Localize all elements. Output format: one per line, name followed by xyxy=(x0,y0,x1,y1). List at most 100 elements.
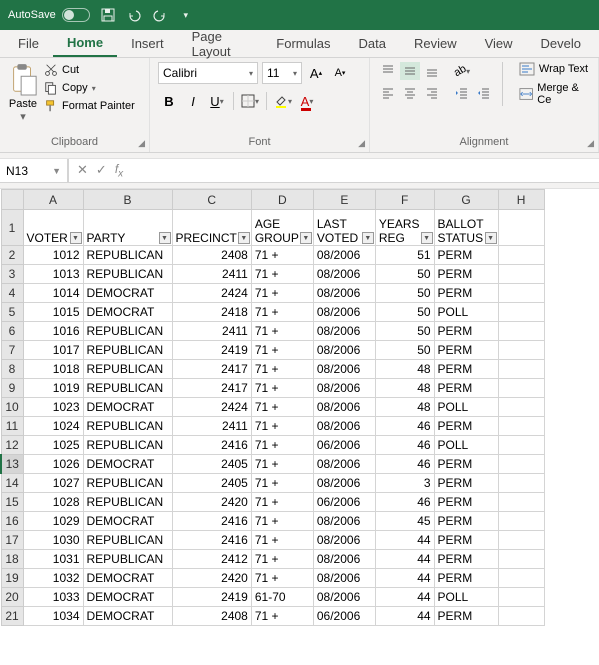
cell[interactable]: DEMOCRAT xyxy=(83,512,172,531)
cell[interactable]: PERM xyxy=(434,607,498,626)
tab-review[interactable]: Review xyxy=(400,30,471,57)
cell[interactable]: 2416 xyxy=(172,531,251,550)
cell[interactable]: 1026 xyxy=(23,455,83,474)
cell[interactable]: 2405 xyxy=(172,474,251,493)
column-header[interactable]: E xyxy=(313,190,375,210)
cell[interactable]: POLL xyxy=(434,398,498,417)
field-header[interactable]: PARTY▼ xyxy=(83,210,172,246)
column-header[interactable]: F xyxy=(375,190,434,210)
font-name-select[interactable]: Calibri▾ xyxy=(158,62,258,84)
dialog-launcher-icon[interactable]: ◢ xyxy=(587,138,594,149)
cell[interactable]: 2405 xyxy=(172,455,251,474)
tab-developer[interactable]: Develo xyxy=(527,30,595,57)
align-bottom-button[interactable] xyxy=(422,62,442,80)
cell[interactable]: 2412 xyxy=(172,550,251,569)
cell[interactable] xyxy=(498,531,544,550)
cell[interactable]: 44 xyxy=(375,550,434,569)
row-header[interactable]: 15 xyxy=(1,493,23,512)
column-header[interactable]: B xyxy=(83,190,172,210)
cut-button[interactable]: Cut xyxy=(42,62,137,78)
bold-button[interactable]: B xyxy=(158,90,180,112)
align-middle-button[interactable] xyxy=(400,62,420,80)
cell[interactable]: 08/2006 xyxy=(313,455,375,474)
name-box[interactable]: N13 ▼ xyxy=(0,159,68,182)
cell[interactable]: PERM xyxy=(434,569,498,588)
cell[interactable]: 1019 xyxy=(23,379,83,398)
cell[interactable]: 08/2006 xyxy=(313,588,375,607)
cell[interactable]: 48 xyxy=(375,360,434,379)
cell[interactable]: 1030 xyxy=(23,531,83,550)
cell[interactable]: 46 xyxy=(375,436,434,455)
cell[interactable]: 1024 xyxy=(23,417,83,436)
cell[interactable]: 46 xyxy=(375,493,434,512)
cell[interactable]: 1023 xyxy=(23,398,83,417)
cell[interactable] xyxy=(498,341,544,360)
field-header[interactable]: AGEGROUP▼ xyxy=(251,210,313,246)
cell[interactable] xyxy=(498,588,544,607)
cell[interactable] xyxy=(498,569,544,588)
filter-dropdown-icon[interactable]: ▼ xyxy=(238,232,250,244)
cell[interactable] xyxy=(498,210,544,246)
row-header[interactable]: 4 xyxy=(1,284,23,303)
cell[interactable]: 2419 xyxy=(172,588,251,607)
cell[interactable] xyxy=(498,417,544,436)
cell[interactable]: REPUBLICAN xyxy=(83,417,172,436)
field-header[interactable]: YEARSREG▼ xyxy=(375,210,434,246)
filter-dropdown-icon[interactable]: ▼ xyxy=(159,232,171,244)
cell[interactable]: REPUBLICAN xyxy=(83,531,172,550)
filter-dropdown-icon[interactable]: ▼ xyxy=(421,232,433,244)
cell[interactable]: PERM xyxy=(434,246,498,265)
cell[interactable]: 1032 xyxy=(23,569,83,588)
worksheet-grid[interactable]: ABCDEFGH1VOTER▼PARTY▼PRECINCT▼AGEGROUP▼L… xyxy=(0,189,599,626)
dialog-launcher-icon[interactable]: ◢ xyxy=(138,138,145,149)
font-size-select[interactable]: 11▾ xyxy=(262,62,302,84)
tab-formulas[interactable]: Formulas xyxy=(262,30,344,57)
autosave-toggle[interactable]: AutoSave xyxy=(8,8,90,22)
cell[interactable]: 2408 xyxy=(172,607,251,626)
decrease-font-icon[interactable]: A▾ xyxy=(330,62,350,84)
align-right-button[interactable] xyxy=(422,84,442,102)
row-header[interactable]: 14 xyxy=(1,474,23,493)
row-header[interactable]: 12 xyxy=(1,436,23,455)
cell[interactable]: PERM xyxy=(434,360,498,379)
tab-home[interactable]: Home xyxy=(53,30,117,57)
column-header[interactable]: D xyxy=(251,190,313,210)
row-header[interactable]: 1 xyxy=(1,210,23,246)
font-color-button[interactable]: A▾ xyxy=(296,90,318,112)
merge-center-button[interactable]: Merge & Ce xyxy=(519,82,590,106)
redo-icon[interactable] xyxy=(152,7,168,23)
cell[interactable]: PERM xyxy=(434,379,498,398)
cell[interactable]: 2411 xyxy=(172,265,251,284)
cell[interactable]: 48 xyxy=(375,379,434,398)
cell[interactable] xyxy=(498,607,544,626)
row-header[interactable]: 9 xyxy=(1,379,23,398)
cell[interactable]: 08/2006 xyxy=(313,417,375,436)
filter-dropdown-icon[interactable]: ▼ xyxy=(70,232,82,244)
cell[interactable]: DEMOCRAT xyxy=(83,303,172,322)
cell[interactable]: 50 xyxy=(375,322,434,341)
cell[interactable]: 71 + xyxy=(251,550,313,569)
cell[interactable]: PERM xyxy=(434,474,498,493)
row-header[interactable]: 2 xyxy=(1,246,23,265)
cell[interactable]: 2411 xyxy=(172,417,251,436)
cell[interactable]: 61-70 xyxy=(251,588,313,607)
tab-data[interactable]: Data xyxy=(344,30,399,57)
cell[interactable]: 1013 xyxy=(23,265,83,284)
cell[interactable]: REPUBLICAN xyxy=(83,322,172,341)
field-header[interactable]: PRECINCT▼ xyxy=(172,210,251,246)
cell[interactable]: 71 + xyxy=(251,607,313,626)
tab-page-layout[interactable]: Page Layout xyxy=(178,30,263,57)
save-icon[interactable] xyxy=(100,7,116,23)
cell[interactable] xyxy=(498,493,544,512)
cell[interactable]: REPUBLICAN xyxy=(83,474,172,493)
cell[interactable]: 1034 xyxy=(23,607,83,626)
filter-dropdown-icon[interactable]: ▼ xyxy=(485,232,497,244)
row-header[interactable]: 20 xyxy=(1,588,23,607)
row-header[interactable]: 17 xyxy=(1,531,23,550)
wrap-text-button[interactable]: Wrap Text xyxy=(519,62,590,76)
cell[interactable]: 1031 xyxy=(23,550,83,569)
cell[interactable]: PERM xyxy=(434,455,498,474)
cell[interactable]: 1012 xyxy=(23,246,83,265)
cell[interactable]: 2420 xyxy=(172,493,251,512)
cell[interactable]: 1015 xyxy=(23,303,83,322)
